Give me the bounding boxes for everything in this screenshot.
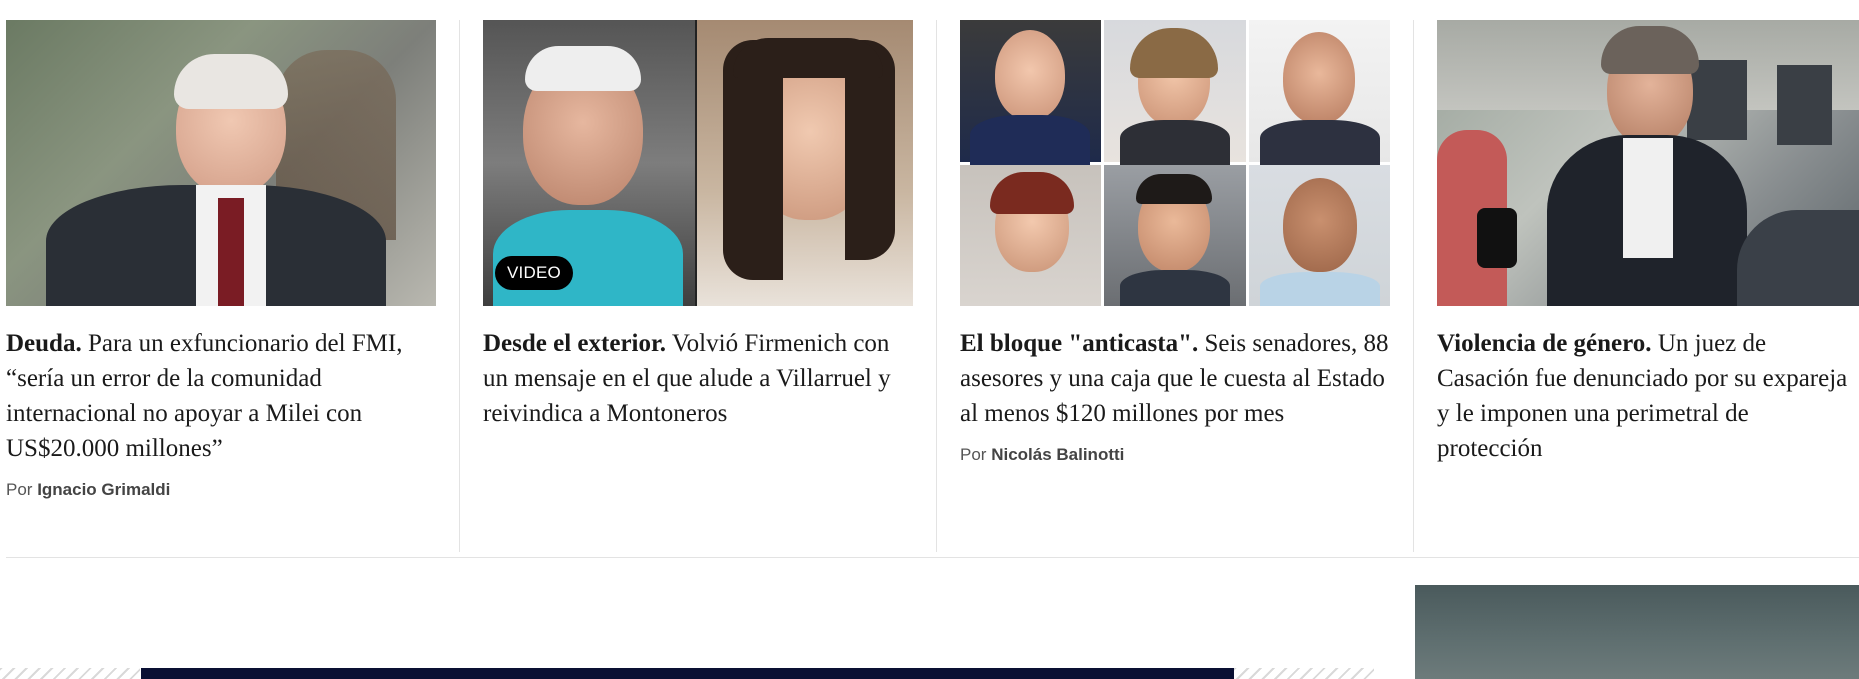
column-divider [459,20,460,552]
news-card-desde-el-exterior[interactable]: VIDEO Desde el exterior. Volvió Firmenic… [483,20,913,431]
decorative-stripes [1234,668,1374,679]
column-divider [936,20,937,552]
article-headline[interactable]: Violencia de género. Un juez de Casación… [1437,326,1859,466]
article-image[interactable] [1437,20,1859,306]
author-link[interactable]: Nicolás Balinotti [991,445,1124,464]
article-image-collage[interactable] [960,20,1390,306]
ad-banner[interactable] [141,668,1234,679]
featured-image[interactable] [1415,585,1859,679]
article-headline[interactable]: El bloque "anticasta". Seis senadores, 8… [960,326,1390,431]
byline: Por Ignacio Grimaldi [6,480,436,500]
article-headline[interactable]: Deuda. Para un exfuncionario del FMI, “s… [6,326,436,466]
article-kicker[interactable]: Violencia de género. [1437,330,1652,357]
decorative-stripes [0,668,140,679]
byline-prefix: Por [6,480,38,499]
article-kicker[interactable]: Desde el exterior. [483,330,666,357]
byline-prefix: Por [960,445,992,464]
news-row: Deuda. Para un exfuncionario del FMI, “s… [0,0,1859,560]
section-divider [6,557,1859,558]
article-headline[interactable]: Desde el exterior. Volvió Firmenich con … [483,326,913,431]
article-kicker[interactable]: El bloque "anticasta". [960,330,1198,357]
news-card-bloque-anticasta[interactable]: El bloque "anticasta". Seis senadores, 8… [960,20,1390,465]
news-card-violencia-de-genero[interactable]: Violencia de género. Un juez de Casación… [1437,20,1859,466]
article-image[interactable] [6,20,436,306]
column-divider [1413,20,1414,552]
news-card-deuda[interactable]: Deuda. Para un exfuncionario del FMI, “s… [6,20,436,500]
video-badge: VIDEO [495,256,573,290]
author-link[interactable]: Ignacio Grimaldi [37,480,170,499]
byline: Por Nicolás Balinotti [960,445,1390,465]
article-kicker[interactable]: Deuda. [6,330,82,357]
article-image[interactable]: VIDEO [483,20,913,306]
